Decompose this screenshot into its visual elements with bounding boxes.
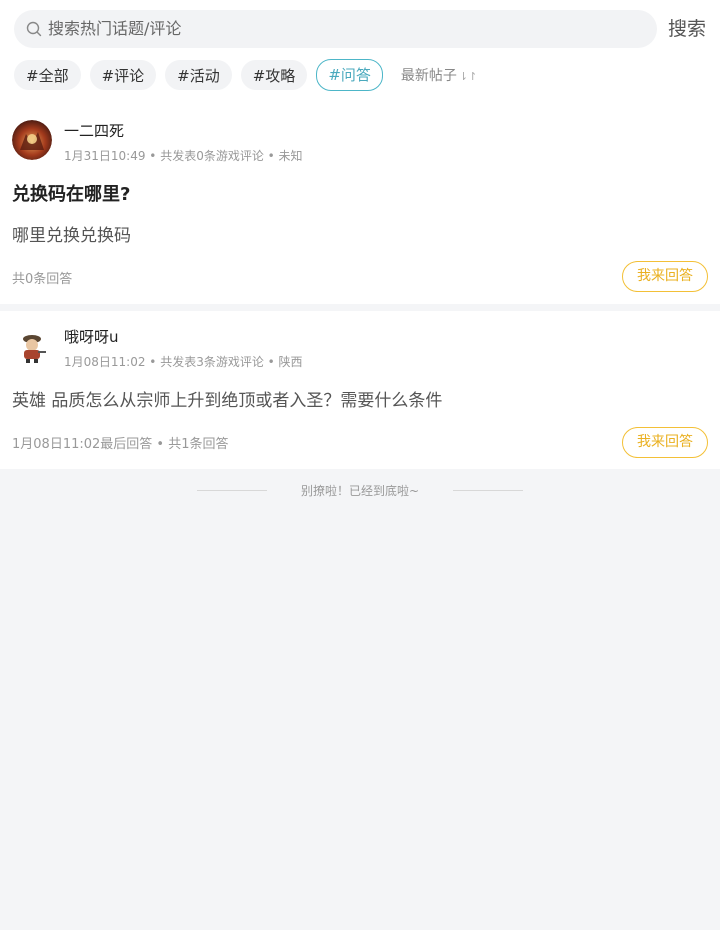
post-meta: 1月31日10:49 • 共发表0条游戏评论 • 未知 xyxy=(64,149,303,163)
avatar-image xyxy=(12,120,52,160)
username[interactable]: 哦呀呀u xyxy=(64,326,119,347)
post-title[interactable]: 兑换码在哪里? xyxy=(12,180,130,206)
divider-line xyxy=(453,490,524,491)
post-footer: 共0条回答 xyxy=(12,272,73,287)
post-footer: 1月08日11:02最后回答 • 共1条回答 xyxy=(12,437,229,452)
tag-filter-bar: #全部 #评论 #活动 #攻略 #问答 最新帖子 ⇂↾ xyxy=(14,59,477,91)
post-card[interactable]: 一二四死 1月31日10:49 • 共发表0条游戏评论 • 未知 兑换码在哪里?… xyxy=(0,104,720,304)
sort-dropdown[interactable]: 最新帖子 ⇂↾ xyxy=(401,65,477,85)
post-card[interactable]: 哦呀呀u 1月08日11:02 • 共发表3条游戏评论 • 陕西 英雄 品质怎么… xyxy=(0,311,720,469)
end-of-list-text: 别撩啦！已经到底啦~ xyxy=(300,484,420,498)
tag-guides[interactable]: #攻略 xyxy=(240,60,308,90)
top-bar: 搜索热门话题/评论 搜索 #全部 #评论 #活动 #攻略 #问答 最新帖子 ⇂↾ xyxy=(0,0,720,104)
search-box[interactable]: 搜索热门话题/评论 xyxy=(14,10,657,48)
post-body[interactable]: 哪里兑换兑换码 xyxy=(12,221,131,246)
sort-arrows-icon: ⇂↾ xyxy=(458,70,478,83)
avatar-image xyxy=(12,327,52,367)
search-icon xyxy=(26,21,42,37)
username[interactable]: 一二四死 xyxy=(64,120,124,141)
answer-button[interactable]: 我来回答 xyxy=(622,261,708,292)
sort-label: 最新帖子 xyxy=(400,68,457,84)
divider-line xyxy=(196,490,267,491)
search-input[interactable]: 搜索热门话题/评论 xyxy=(48,10,181,48)
post-meta: 1月08日11:02 • 共发表3条游戏评论 • 陕西 xyxy=(64,355,303,369)
avatar[interactable] xyxy=(12,120,52,160)
tag-events[interactable]: #活动 xyxy=(165,60,232,90)
tag-qa[interactable]: #问答 xyxy=(316,59,383,91)
tag-all[interactable]: #全部 xyxy=(14,60,81,90)
answer-button[interactable]: 我来回答 xyxy=(622,427,708,458)
tag-comments[interactable]: #评论 xyxy=(89,60,157,90)
end-of-list-indicator: 别撩啦！已经到底啦~ xyxy=(0,482,720,499)
avatar[interactable] xyxy=(12,327,52,367)
search-button[interactable]: 搜索 xyxy=(668,14,706,41)
post-body[interactable]: 英雄 品质怎么从宗师上升到绝顶或者入圣？需要什么条件 xyxy=(12,386,442,411)
